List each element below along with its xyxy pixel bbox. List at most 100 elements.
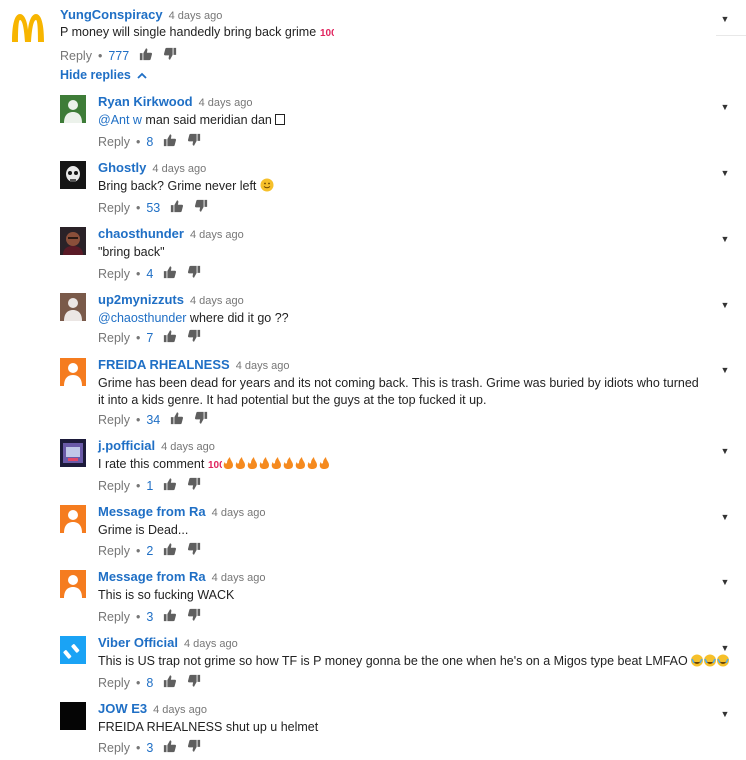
separator-dot: • xyxy=(135,676,141,690)
reply-button[interactable]: Reply xyxy=(98,478,130,494)
smiling-face-icon xyxy=(260,178,274,197)
comment-header: YungConspiracy 4 days ago xyxy=(60,7,222,24)
thumbs-up-icon[interactable] xyxy=(170,199,184,217)
thumbs-down-icon[interactable] xyxy=(187,608,201,626)
like-count: 53 xyxy=(146,201,161,215)
hide-replies-label[interactable]: Hide replies xyxy=(60,68,131,82)
timestamp[interactable]: 4 days ago xyxy=(236,360,290,372)
timestamp[interactable]: 4 days ago xyxy=(190,295,244,307)
thumbs-up-icon[interactable] xyxy=(163,329,177,347)
avatar[interactable] xyxy=(60,439,86,467)
like-count: 3 xyxy=(146,610,154,624)
comment-header: Message from Ra 4 days ago xyxy=(98,569,265,586)
caret-down-icon[interactable]: ▼ xyxy=(718,363,732,377)
divider xyxy=(716,35,746,36)
avatar[interactable] xyxy=(60,293,86,321)
avatar[interactable] xyxy=(60,505,86,533)
svg-text:100: 100 xyxy=(208,460,222,470)
mention-link[interactable]: @chaosthunder xyxy=(98,311,186,325)
thumbs-up-icon[interactable] xyxy=(163,477,177,495)
thumbs-up-icon[interactable] xyxy=(163,265,177,283)
thumbs-up-icon[interactable] xyxy=(163,542,177,560)
timestamp[interactable]: 4 days ago xyxy=(184,638,238,650)
reply-button[interactable]: Reply xyxy=(60,48,92,64)
author-name[interactable]: Ghostly xyxy=(98,160,146,175)
reply-button[interactable]: Reply xyxy=(98,200,130,216)
author-name[interactable]: up2mynizzuts xyxy=(98,292,184,307)
reply-button[interactable]: Reply xyxy=(98,740,130,756)
reply-button[interactable]: Reply xyxy=(98,266,130,282)
comment-text-content: I rate this comment xyxy=(98,457,205,471)
reply-button[interactable]: Reply xyxy=(98,675,130,691)
hide-replies-button[interactable]: Hide replies xyxy=(60,68,147,82)
caret-down-icon[interactable]: ▼ xyxy=(718,232,732,246)
author-name[interactable]: JOW E3 xyxy=(98,701,147,716)
timestamp[interactable]: 4 days ago xyxy=(199,97,253,109)
caret-down-icon[interactable]: ▼ xyxy=(718,575,732,589)
reply-button[interactable]: Reply xyxy=(98,412,130,428)
avatar[interactable] xyxy=(60,227,86,255)
thumbs-down-icon[interactable] xyxy=(187,739,201,757)
thumbs-down-icon[interactable] xyxy=(187,265,201,283)
thumbs-up-icon[interactable] xyxy=(163,739,177,757)
thumbs-up-icon[interactable] xyxy=(139,47,153,65)
timestamp[interactable]: 4 days ago xyxy=(190,229,244,241)
author-name[interactable]: chaosthunder xyxy=(98,226,184,241)
avatar[interactable] xyxy=(60,570,86,598)
caret-down-icon[interactable]: ▼ xyxy=(718,444,732,458)
reply-button[interactable]: Reply xyxy=(98,543,130,559)
timestamp[interactable]: 4 days ago xyxy=(161,441,215,453)
avatar[interactable] xyxy=(60,636,86,664)
thumbs-down-icon[interactable] xyxy=(187,477,201,495)
author-name[interactable]: Message from Ra xyxy=(98,504,206,519)
timestamp[interactable]: 4 days ago xyxy=(169,10,223,22)
author-name[interactable]: YungConspiracy xyxy=(60,7,163,22)
author-name[interactable]: Message from Ra xyxy=(98,569,206,584)
thumbs-up-icon[interactable] xyxy=(163,674,177,692)
reply-button[interactable]: Reply xyxy=(98,330,130,346)
mcdonalds-avatar[interactable] xyxy=(10,12,46,44)
thumbs-down-icon[interactable] xyxy=(163,47,177,65)
thumbs-down-icon[interactable] xyxy=(194,199,208,217)
caret-down-icon[interactable]: ▼ xyxy=(718,166,732,180)
mention-link[interactable]: @Ant w xyxy=(98,113,142,127)
thumbs-up-icon[interactable] xyxy=(163,608,177,626)
caret-down-icon[interactable]: ▼ xyxy=(718,12,732,26)
timestamp[interactable]: 4 days ago xyxy=(212,507,266,519)
comment-text: I rate this comment 100 xyxy=(98,456,708,475)
avatar[interactable] xyxy=(60,95,86,123)
comment-actions: Reply • 1 xyxy=(98,477,201,495)
thumbs-up-icon[interactable] xyxy=(163,133,177,151)
timestamp[interactable]: 4 days ago xyxy=(212,572,266,584)
caret-down-icon[interactable]: ▼ xyxy=(718,100,732,114)
like-count: 777 xyxy=(108,49,130,63)
avatar[interactable] xyxy=(60,161,86,189)
comment-text-content: This is so fucking WACK xyxy=(98,588,235,602)
separator-dot: • xyxy=(135,135,141,149)
avatar[interactable] xyxy=(60,358,86,386)
timestamp[interactable]: 4 days ago xyxy=(152,163,206,175)
avatar[interactable] xyxy=(60,702,86,730)
thumbs-down-icon[interactable] xyxy=(187,329,201,347)
thumbs-up-icon[interactable] xyxy=(170,411,184,429)
comment-header: JOW E3 4 days ago xyxy=(98,701,207,718)
author-name[interactable]: j.pofficial xyxy=(98,438,155,453)
thumbs-down-icon[interactable] xyxy=(187,542,201,560)
reply-button[interactable]: Reply xyxy=(98,609,130,625)
timestamp[interactable]: 4 days ago xyxy=(153,704,207,716)
comment-text: "bring back" xyxy=(98,244,708,261)
caret-down-icon[interactable]: ▼ xyxy=(718,641,732,655)
thumbs-down-icon[interactable] xyxy=(194,411,208,429)
caret-down-icon[interactable]: ▼ xyxy=(718,510,732,524)
comment-header: chaosthunder 4 days ago xyxy=(98,226,244,243)
thumbs-down-icon[interactable] xyxy=(187,674,201,692)
thumbs-down-icon[interactable] xyxy=(187,133,201,151)
author-name[interactable]: Ryan Kirkwood xyxy=(98,94,193,109)
author-name[interactable]: Viber Official xyxy=(98,635,178,650)
author-name[interactable]: FREIDA RHEALNESS xyxy=(98,357,230,372)
caret-down-icon[interactable]: ▼ xyxy=(718,707,732,721)
reply-button[interactable]: Reply xyxy=(98,134,130,150)
comment-actions: Reply • 4 xyxy=(98,265,201,283)
separator-dot: • xyxy=(135,479,141,493)
caret-down-icon[interactable]: ▼ xyxy=(718,298,732,312)
